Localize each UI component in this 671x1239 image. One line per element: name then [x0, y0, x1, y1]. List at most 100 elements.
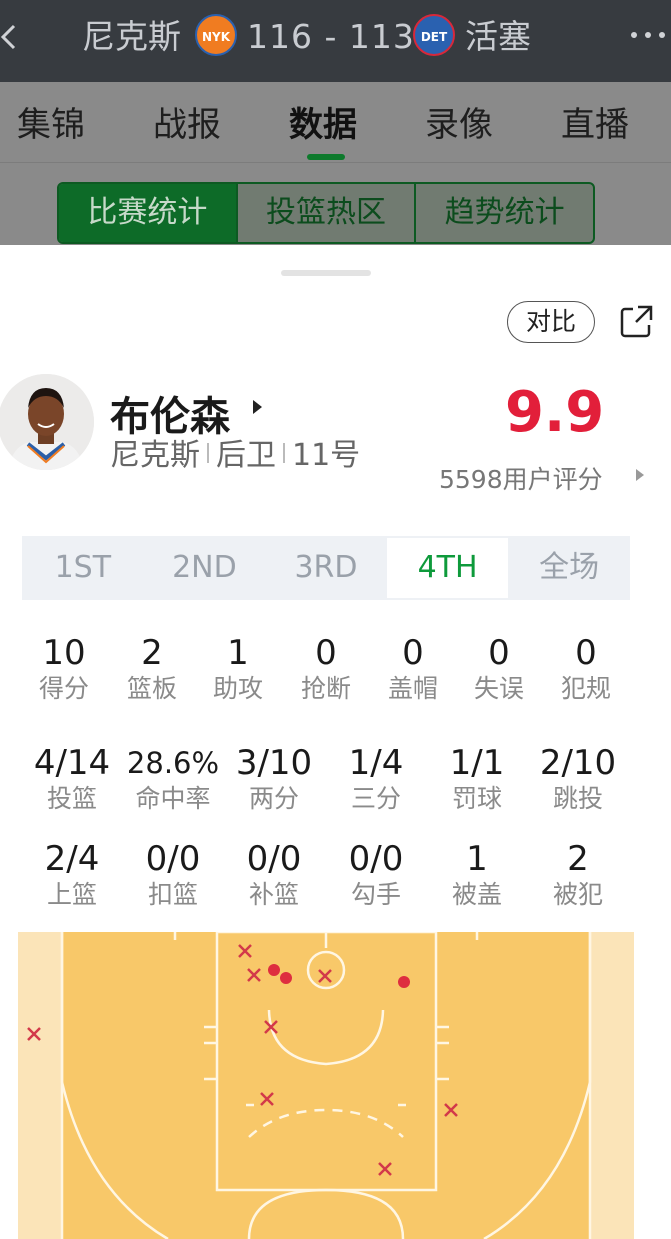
det-logo-icon[interactable]: DET	[413, 14, 455, 56]
sheet-grabber[interactable]	[281, 270, 371, 276]
share-icon[interactable]	[618, 302, 656, 340]
stat-value: 0	[575, 633, 597, 673]
quarter-2nd[interactable]: 2ND	[144, 536, 266, 600]
shot-chart-court	[18, 932, 634, 1239]
stat-value: 2	[141, 633, 163, 673]
stat-fg-pct: 28.6% 命中率	[121, 743, 225, 815]
subtab-shot-zones[interactable]: 投篮热区	[235, 184, 415, 242]
player-number: 11号	[292, 438, 361, 473]
stat-points: 10 得分	[18, 633, 110, 705]
quarter-selector: 1ST 2ND 3RD 4TH 全场	[22, 536, 630, 600]
stat-label: 得分	[38, 674, 89, 703]
rating-count-link[interactable]: 5598用户评分	[439, 460, 603, 496]
tab-report[interactable]: 战报	[153, 97, 221, 146]
stat-label: 助攻	[212, 674, 263, 703]
stat-rebounds: 2 篮板	[106, 633, 198, 705]
stat-value: 4/14	[33, 743, 111, 783]
home-team-name[interactable]: 尼克斯	[82, 12, 181, 62]
stat-value: 3/10	[235, 743, 313, 783]
tab-replay[interactable]: 录像	[425, 97, 493, 146]
player-avatar[interactable]	[0, 374, 94, 470]
subtab-game-stats[interactable]: 比赛统计	[59, 184, 236, 242]
stat-value: 1/4	[348, 743, 404, 783]
stat-label: 抢断	[300, 674, 351, 703]
quarter-1st[interactable]: 1ST	[22, 536, 144, 600]
back-button[interactable]	[0, 16, 24, 58]
quarter-3rd[interactable]: 3RD	[265, 536, 387, 600]
stat-hooks: 0/0 勾手	[330, 839, 422, 911]
stat-label: 犯规	[560, 674, 611, 703]
stat-putbacks: 0/0 补篮	[228, 839, 320, 911]
stat-label: 命中率	[135, 784, 211, 813]
stat-value: 1	[466, 839, 488, 879]
stat-value: 0/0	[348, 839, 404, 879]
stat-label: 补篮	[248, 880, 299, 909]
divider	[207, 443, 209, 463]
player-rating: 9.9	[505, 380, 605, 445]
stat-value: 0	[315, 633, 337, 673]
stat-jump-shots: 2/10 跳投	[532, 743, 624, 815]
more-button[interactable]	[628, 14, 668, 66]
stat-two-pt: 3/10 两分	[228, 743, 320, 815]
stat-label: 被盖	[451, 880, 502, 909]
stat-assists: 1 助攻	[192, 633, 284, 705]
made-shot-marker	[398, 976, 410, 988]
quarter-full-game[interactable]: 全场	[508, 536, 630, 600]
stat-value: 0/0	[145, 839, 201, 879]
away-team-name[interactable]: 活塞	[465, 12, 531, 62]
stat-label: 罚球	[451, 784, 502, 813]
stat-blocked: 1 被盖	[431, 839, 523, 911]
caret-right-icon	[253, 400, 262, 414]
stat-value: 0	[488, 633, 510, 673]
stat-value: 1/1	[449, 743, 505, 783]
tab-highlights[interactable]: 集锦	[17, 97, 85, 146]
stat-label: 投篮	[46, 784, 97, 813]
stat-value: 2	[567, 839, 589, 879]
quarter-4th[interactable]: 4TH	[386, 538, 509, 598]
stat-label: 两分	[248, 784, 299, 813]
stat-value: 28.6%	[126, 746, 220, 780]
court-margin-right	[590, 932, 634, 1239]
player-meta: 尼克斯 后卫 11号	[110, 430, 360, 474]
divider	[283, 443, 285, 463]
stat-label: 盖帽	[387, 674, 438, 703]
stat-label: 三分	[350, 784, 401, 813]
made-shot-marker	[268, 964, 280, 976]
more-dots-icon	[631, 32, 665, 38]
caret-right-icon	[636, 469, 644, 481]
stat-steals: 0 抢断	[280, 633, 372, 705]
made-shot-marker	[280, 972, 292, 984]
stat-label: 勾手	[350, 880, 401, 909]
stat-label: 被犯	[552, 880, 603, 909]
stat-value: 1	[227, 633, 249, 673]
compare-button[interactable]: 对比	[507, 301, 595, 343]
subtab-trend-stats[interactable]: 趋势统计	[414, 184, 593, 242]
player-position: 后卫	[216, 438, 276, 473]
nyk-logo-icon[interactable]: NYK	[195, 14, 237, 56]
tab-active-indicator	[307, 154, 345, 160]
game-score: 116 - 113	[247, 17, 415, 56]
stat-value: 2/10	[539, 743, 617, 783]
tab-data[interactable]: 数据	[289, 97, 357, 146]
stat-fouls: 0 犯规	[540, 633, 632, 705]
court-margin-left	[18, 932, 62, 1239]
stat-dunks: 0/0 扣篮	[127, 839, 219, 911]
stat-label: 上篮	[46, 880, 97, 909]
stat-value: 10	[42, 633, 86, 673]
stat-label: 失误	[473, 674, 524, 703]
stat-fg: 4/14 投篮	[25, 743, 119, 815]
stat-layups: 2/4 上篮	[25, 839, 119, 911]
stat-value: 0	[402, 633, 424, 673]
stat-fouls-drawn: 2 被犯	[532, 839, 624, 911]
stat-blocks: 0 盖帽	[367, 633, 459, 705]
stat-free-throws: 1/1 罚球	[431, 743, 523, 815]
stat-label: 扣篮	[147, 880, 198, 909]
stat-value: 0/0	[246, 839, 302, 879]
tab-live[interactable]: 直播	[561, 97, 629, 146]
stat-three-pt: 1/4 三分	[330, 743, 422, 815]
player-team: 尼克斯	[110, 438, 200, 473]
stat-value: 2/4	[44, 839, 100, 879]
sub-tabs: 比赛统计 投篮热区 趋势统计	[57, 182, 595, 244]
stat-label: 篮板	[126, 674, 177, 703]
stat-label: 跳投	[552, 784, 603, 813]
